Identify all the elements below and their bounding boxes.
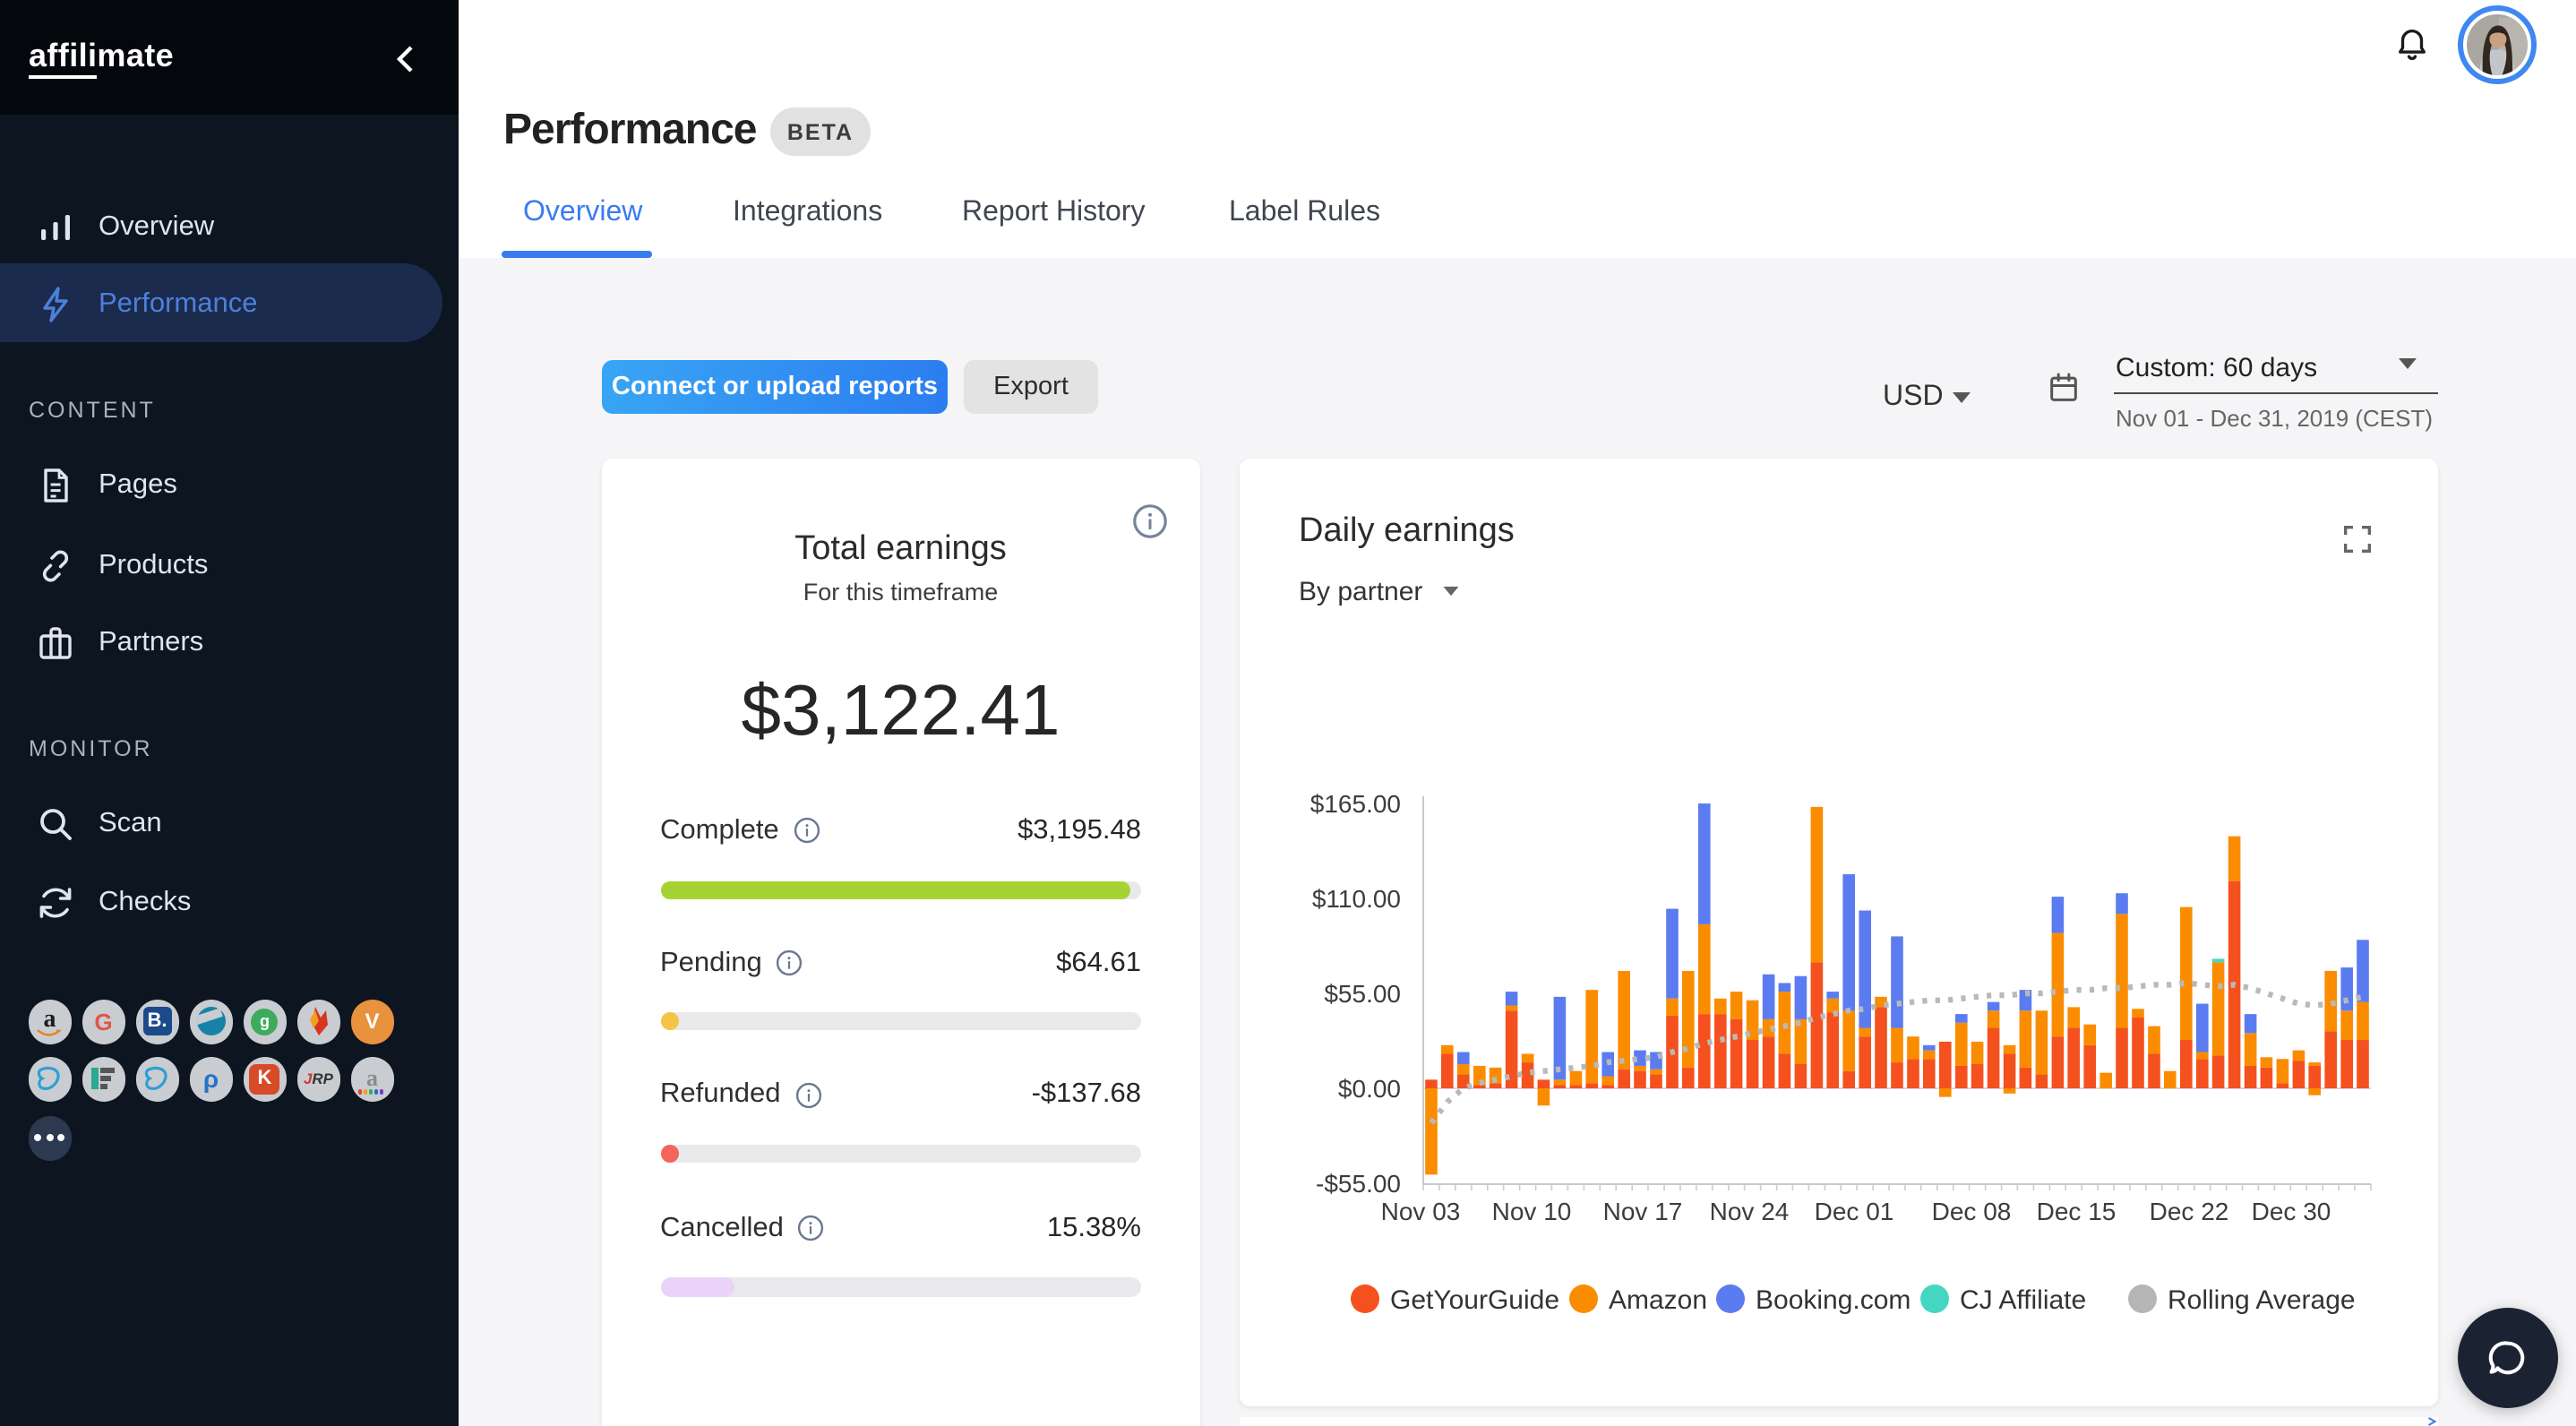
svg-text:Nov 17: Nov 17 [1603,1198,1683,1225]
svg-text:Dec 08: Dec 08 [1932,1198,2012,1225]
svg-text:Dec 22: Dec 22 [2150,1198,2229,1225]
svg-text:$165.00: $165.00 [1310,790,1401,818]
svg-text:$0.00: $0.00 [1338,1075,1401,1103]
svg-text:-$55.00: -$55.00 [1316,1170,1401,1198]
svg-text:Dec 30: Dec 30 [2252,1198,2331,1225]
svg-text:$55.00: $55.00 [1324,980,1401,1008]
svg-text:Dec 01: Dec 01 [1815,1198,1894,1225]
svg-text:Amazon: Amazon [1609,1285,1707,1315]
svg-text:Nov 03: Nov 03 [1381,1198,1461,1225]
svg-text:$110.00: $110.00 [1312,885,1401,913]
svg-text:CJ Affiliate: CJ Affiliate [1960,1285,2086,1315]
svg-text:Nov 24: Nov 24 [1710,1198,1790,1225]
svg-text:Nov 10: Nov 10 [1492,1198,1572,1225]
svg-text:Dec 15: Dec 15 [2037,1198,2117,1225]
svg-text:GetYourGuide: GetYourGuide [1390,1285,1559,1315]
svg-text:Rolling Average: Rolling Average [2168,1285,2356,1315]
svg-text:Booking.com: Booking.com [1756,1285,1911,1315]
